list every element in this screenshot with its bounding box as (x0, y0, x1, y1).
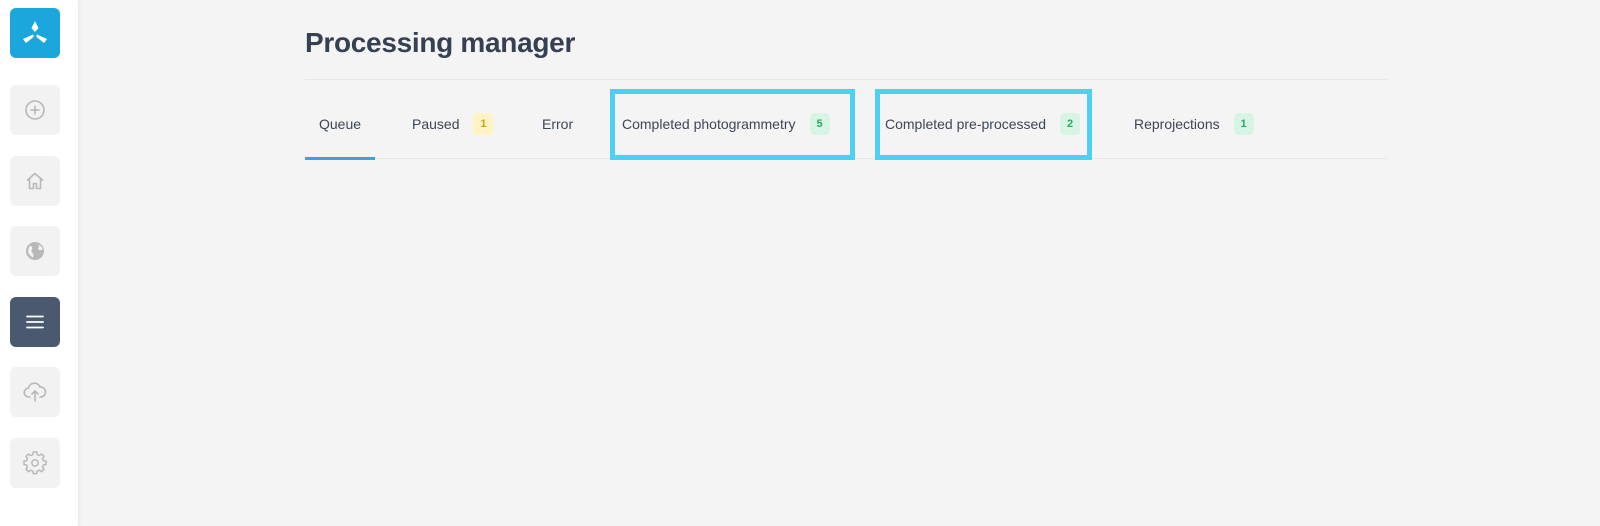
tab-completed-pre-processed[interactable]: Completed pre-processed 2 (885, 90, 1081, 158)
tab-label: Error (542, 116, 574, 132)
tab-queue[interactable]: Queue (305, 90, 376, 160)
tab-paused[interactable]: Paused 1 (412, 90, 494, 158)
settings-button[interactable] (10, 438, 60, 488)
app-logo-icon (23, 21, 47, 43)
globe-button[interactable] (10, 226, 60, 276)
page-title: Processing manager (305, 27, 576, 58)
tab-label: Completed photogrammetry (622, 116, 796, 132)
count-badge: 1 (1233, 113, 1254, 135)
tab-bar: Queue Paused 1 Error Completed photogram… (305, 90, 1387, 160)
tab-label: Paused (412, 116, 460, 132)
app-logo-button[interactable] (10, 8, 60, 58)
globe-icon (26, 242, 44, 260)
tab-completed-photogrammetry[interactable]: Completed photogrammetry 5 (622, 90, 830, 158)
tab-label: Completed pre-processed (885, 116, 1047, 132)
gear-icon (23, 451, 47, 475)
count-badge: 5 (809, 113, 830, 135)
count-badge: 1 (473, 113, 494, 135)
processing-manager-button[interactable] (10, 297, 60, 347)
active-tab-underline (305, 157, 376, 160)
tab-reprojections[interactable]: Reprojections 1 (1134, 90, 1254, 158)
home-icon (26, 172, 44, 190)
count-badge: 2 (1060, 113, 1081, 135)
tab-label: Reprojections (1134, 116, 1220, 132)
cloud-upload-icon (23, 382, 47, 402)
plus-circle-icon (25, 100, 45, 120)
home-button[interactable] (10, 156, 60, 206)
tab-error[interactable]: Error (542, 90, 573, 158)
sidebar (0, 0, 78, 526)
tabs-divider (305, 158, 1387, 159)
tab-label: Queue (319, 116, 362, 132)
add-button[interactable] (10, 85, 60, 135)
menu-icon (26, 315, 44, 329)
title-divider (305, 79, 1387, 80)
upload-button[interactable] (10, 367, 60, 417)
